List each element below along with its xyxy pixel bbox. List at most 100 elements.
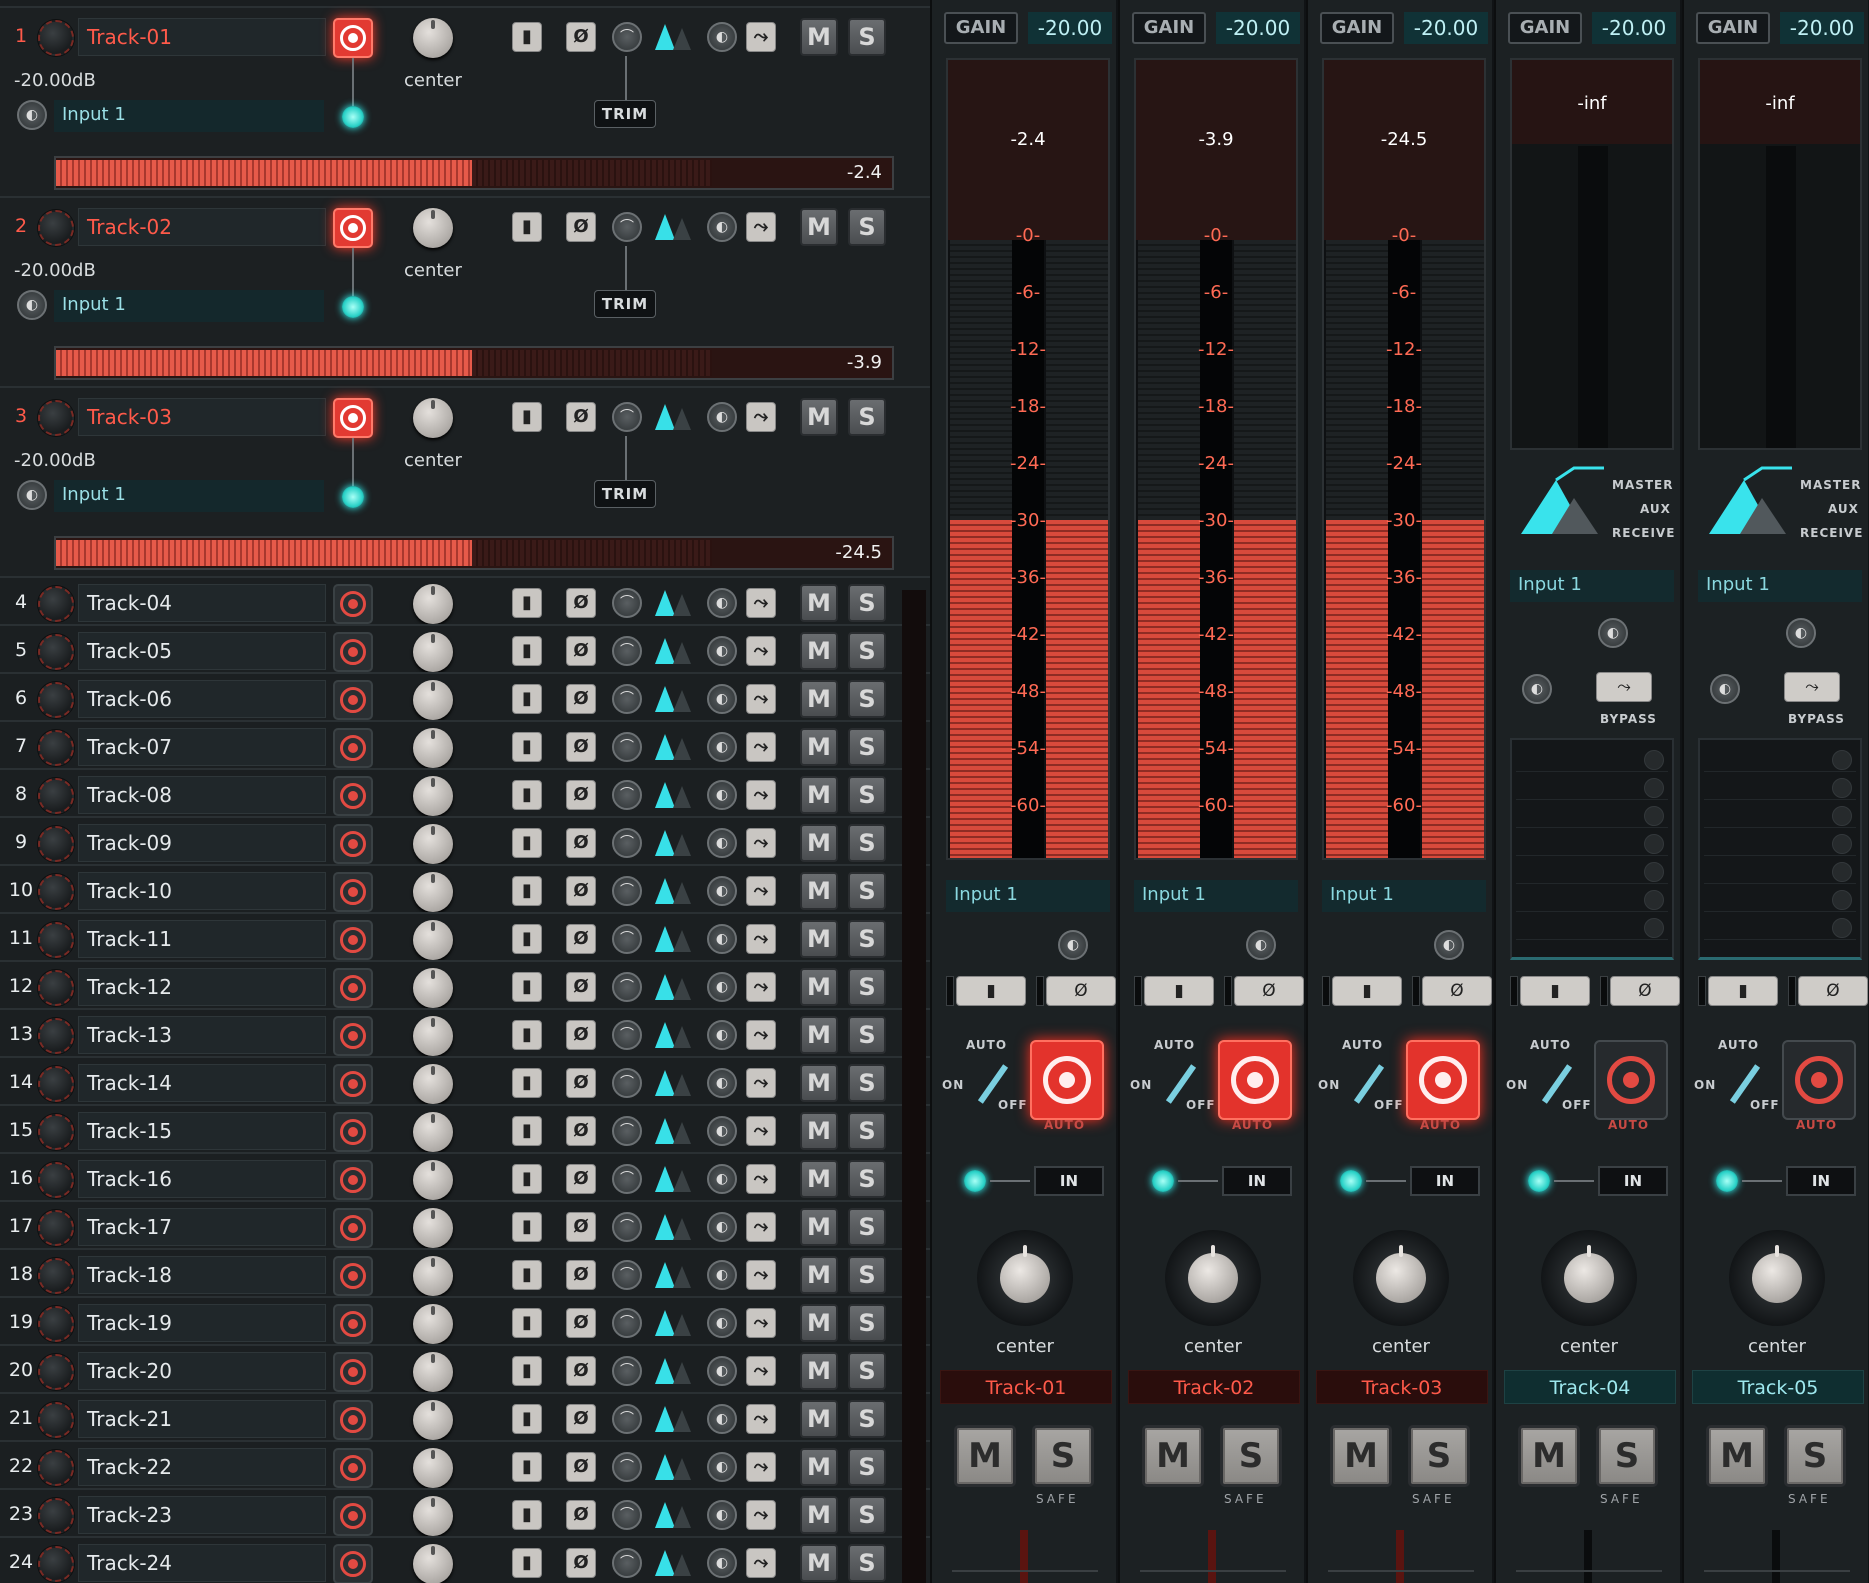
trim-knob-icon[interactable]: ⌒: [612, 876, 642, 906]
send-knob-icon[interactable]: ◐: [707, 588, 737, 618]
in-button[interactable]: IN: [1034, 1166, 1104, 1196]
pan-knob[interactable]: [413, 1304, 453, 1344]
track-name-field[interactable]: Track-15: [78, 1112, 326, 1150]
input-trim-knob-icon[interactable]: ◐: [1434, 930, 1464, 960]
channel-name[interactable]: Track-01: [940, 1370, 1112, 1404]
track-name-field[interactable]: Track-06: [78, 680, 326, 718]
phase-invert-toggle[interactable]: Ø: [1422, 976, 1492, 1006]
insert-slot[interactable]: [1704, 774, 1856, 800]
track-name-field[interactable]: Track-21: [78, 1400, 326, 1438]
track-name-field[interactable]: Track-19: [78, 1304, 326, 1342]
input-monitor-icon[interactable]: ▮: [512, 1308, 542, 1338]
send-routing-icon[interactable]: [1704, 462, 1794, 542]
pan-knob[interactable]: [1165, 1230, 1261, 1326]
send-knob-icon[interactable]: ◐: [707, 1356, 737, 1386]
track-gain-dial[interactable]: [38, 20, 74, 56]
pan-knob[interactable]: [413, 1352, 453, 1392]
phase-invert-button[interactable]: Ø: [566, 636, 596, 666]
phase-invert-toggle[interactable]: Ø: [1798, 976, 1868, 1006]
phase-invert-button[interactable]: Ø: [566, 1068, 596, 1098]
track-list-scrollbar[interactable]: [902, 590, 926, 1583]
mute-button[interactable]: M: [1142, 1425, 1204, 1487]
input-trim-knob-icon[interactable]: ◐: [1058, 930, 1088, 960]
pan-knob[interactable]: [1353, 1230, 1449, 1326]
mute-button[interactable]: M: [800, 584, 838, 622]
pan-knob[interactable]: [413, 1064, 453, 1104]
insert-slot-power-icon[interactable]: [1832, 862, 1852, 882]
insert-slot[interactable]: [1704, 858, 1856, 884]
pan-knob[interactable]: [413, 1496, 453, 1536]
input-monitor-icon[interactable]: ▮: [512, 1212, 542, 1242]
automation-icon[interactable]: [655, 878, 675, 904]
phase-invert-button[interactable]: Ø: [566, 1260, 596, 1290]
record-arm-button[interactable]: [1406, 1040, 1480, 1120]
track-name-field[interactable]: Track-10: [78, 872, 326, 910]
solo-button[interactable]: S: [848, 1208, 886, 1246]
automation-icon[interactable]: [655, 1166, 675, 1192]
input-monitor-icon[interactable]: ▮: [512, 1260, 542, 1290]
insert-bypass-icon[interactable]: ⤳: [746, 1212, 776, 1242]
insert-slot-power-icon[interactable]: [1832, 834, 1852, 854]
track-name-field[interactable]: Track-03: [78, 398, 326, 436]
track-gain-dial[interactable]: [38, 1258, 74, 1294]
mute-button[interactable]: M: [1706, 1425, 1768, 1487]
phase-invert-button[interactable]: Ø: [566, 1500, 596, 1530]
insert-slot[interactable]: [1704, 830, 1856, 856]
input-monitor-icon[interactable]: ▮: [512, 876, 542, 906]
input-monitor-icon[interactable]: ▮: [512, 828, 542, 858]
record-arm-button[interactable]: [333, 1256, 373, 1296]
mute-button[interactable]: M: [800, 18, 838, 56]
insert-slot-power-icon[interactable]: [1832, 750, 1852, 770]
solo-button[interactable]: S: [848, 398, 886, 436]
fader-track[interactable]: [1584, 1530, 1592, 1583]
fader-track[interactable]: [1772, 1530, 1780, 1583]
solo-button[interactable]: S: [1596, 1425, 1658, 1487]
phase-invert-toggle[interactable]: Ø: [1610, 976, 1680, 1006]
insert-slot-power-icon[interactable]: [1644, 750, 1664, 770]
solo-button[interactable]: S: [848, 1544, 886, 1582]
trim-knob-icon[interactable]: ⌒: [612, 1356, 642, 1386]
track-gain-dial[interactable]: [38, 922, 74, 958]
input-monitor-led[interactable]: [964, 1170, 986, 1192]
input-monitor-toggle[interactable]: ▮: [1520, 976, 1590, 1006]
input-monitor-icon[interactable]: ▮: [512, 1548, 542, 1578]
insert-slot-power-icon[interactable]: [1644, 918, 1664, 938]
automation-icon[interactable]: [655, 1502, 675, 1528]
automation-icon[interactable]: [655, 24, 675, 50]
insert-bypass-icon[interactable]: ⤳: [746, 212, 776, 242]
record-arm-button[interactable]: [333, 398, 373, 438]
record-arm-button[interactable]: [333, 208, 373, 248]
trim-knob-icon[interactable]: ⌒: [612, 1308, 642, 1338]
pan-knob[interactable]: [413, 398, 453, 438]
track-gain-dial[interactable]: [38, 826, 74, 862]
channel-name[interactable]: Track-05: [1692, 1370, 1864, 1404]
mute-button[interactable]: M: [800, 1352, 838, 1390]
track-gain-dial[interactable]: [38, 400, 74, 436]
automation-icon[interactable]: [655, 1070, 675, 1096]
input-monitor-icon[interactable]: ▮: [512, 1452, 542, 1482]
trim-knob-icon[interactable]: ⌒: [612, 732, 642, 762]
record-arm-button[interactable]: [333, 1544, 373, 1583]
pan-knob[interactable]: [413, 872, 453, 912]
phase-invert-button[interactable]: Ø: [566, 1020, 596, 1050]
insert-slot[interactable]: [1704, 886, 1856, 912]
solo-button[interactable]: S: [848, 776, 886, 814]
record-arm-button[interactable]: [333, 1448, 373, 1488]
solo-button[interactable]: S: [848, 1064, 886, 1102]
trim-button[interactable]: TRIM: [594, 100, 656, 128]
solo-button[interactable]: S: [848, 632, 886, 670]
send-knob-icon[interactable]: ◐: [707, 1500, 737, 1530]
track-gain-dial[interactable]: [38, 874, 74, 910]
input-monitor-icon[interactable]: ▮: [512, 1116, 542, 1146]
automation-icon[interactable]: [655, 974, 675, 1000]
mute-button[interactable]: M: [800, 1496, 838, 1534]
track-name-field[interactable]: Track-08: [78, 776, 326, 814]
insert-slot-power-icon[interactable]: [1644, 890, 1664, 910]
pan-knob[interactable]: [413, 1544, 453, 1583]
in-button[interactable]: IN: [1598, 1166, 1668, 1196]
insert-bypass-icon[interactable]: ⤳: [746, 972, 776, 1002]
gain-field[interactable]: -20.00: [1780, 12, 1864, 44]
input-trim-knob-icon[interactable]: ◐: [1246, 930, 1276, 960]
insert-bypass-icon[interactable]: ⤳: [746, 732, 776, 762]
record-arm-button[interactable]: [333, 680, 373, 720]
